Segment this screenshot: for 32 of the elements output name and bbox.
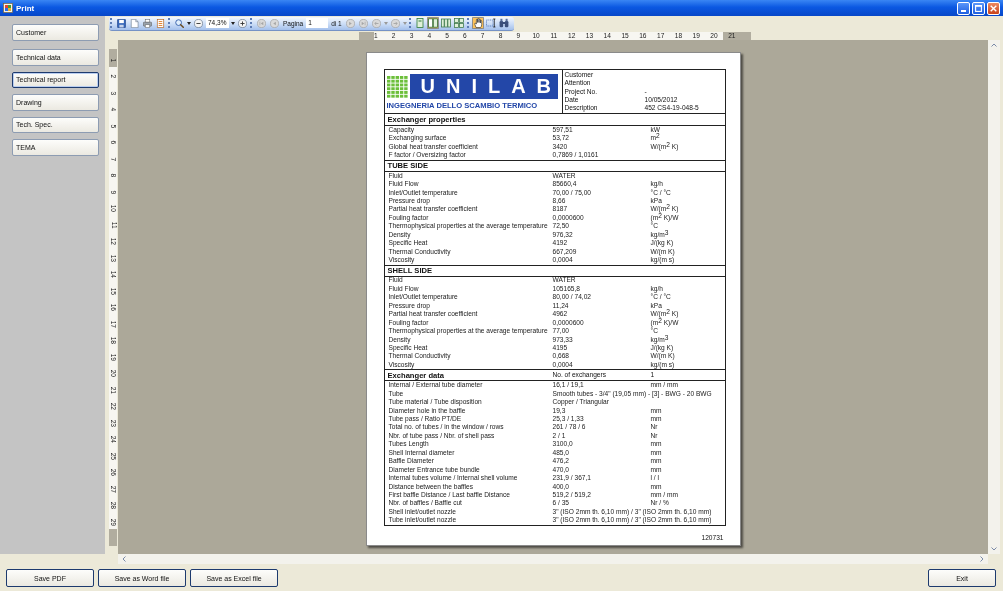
caret-icon[interactable]	[187, 21, 191, 25]
vertical-scrollbar[interactable]	[988, 40, 1000, 554]
zoom-in-icon[interactable]	[238, 18, 247, 28]
zoom-out-icon[interactable]	[194, 18, 203, 28]
two-page-icon[interactable]	[427, 17, 440, 29]
text-cursor-icon[interactable]	[485, 17, 498, 29]
four-square-grid-icon[interactable]	[453, 17, 466, 29]
close-icon	[990, 4, 997, 12]
document-icon[interactable]	[156, 18, 165, 28]
app-icon	[3, 3, 13, 13]
print-icon[interactable]	[143, 18, 152, 28]
arrow-up-icon[interactable]	[991, 43, 997, 47]
close-button[interactable]	[987, 1, 1000, 15]
caret-icon[interactable]	[231, 21, 235, 25]
square-grid-icon	[386, 75, 408, 98]
magnifier-icon[interactable]	[175, 18, 184, 28]
three-column-icon[interactable]	[440, 17, 453, 29]
save-icon[interactable]	[117, 18, 126, 28]
minimize-icon	[961, 9, 966, 12]
window-title: Print	[16, 3, 35, 13]
horizontal-scrollbar[interactable]	[118, 554, 988, 564]
hand-icon[interactable]	[472, 17, 485, 29]
arrow-down-icon[interactable]	[991, 547, 997, 551]
blank-page-icon[interactable]	[130, 18, 139, 28]
maximize-button[interactable]	[972, 1, 985, 15]
arrow-left-icon[interactable]	[122, 556, 126, 562]
binoculars-icon[interactable]	[498, 17, 511, 29]
maximize-icon	[975, 4, 982, 12]
logo-wordmark: UNILAB	[409, 74, 558, 99]
single-page-icon[interactable]	[414, 17, 427, 29]
minimize-button[interactable]	[957, 1, 970, 15]
arrow-right-icon[interactable]	[980, 556, 984, 562]
